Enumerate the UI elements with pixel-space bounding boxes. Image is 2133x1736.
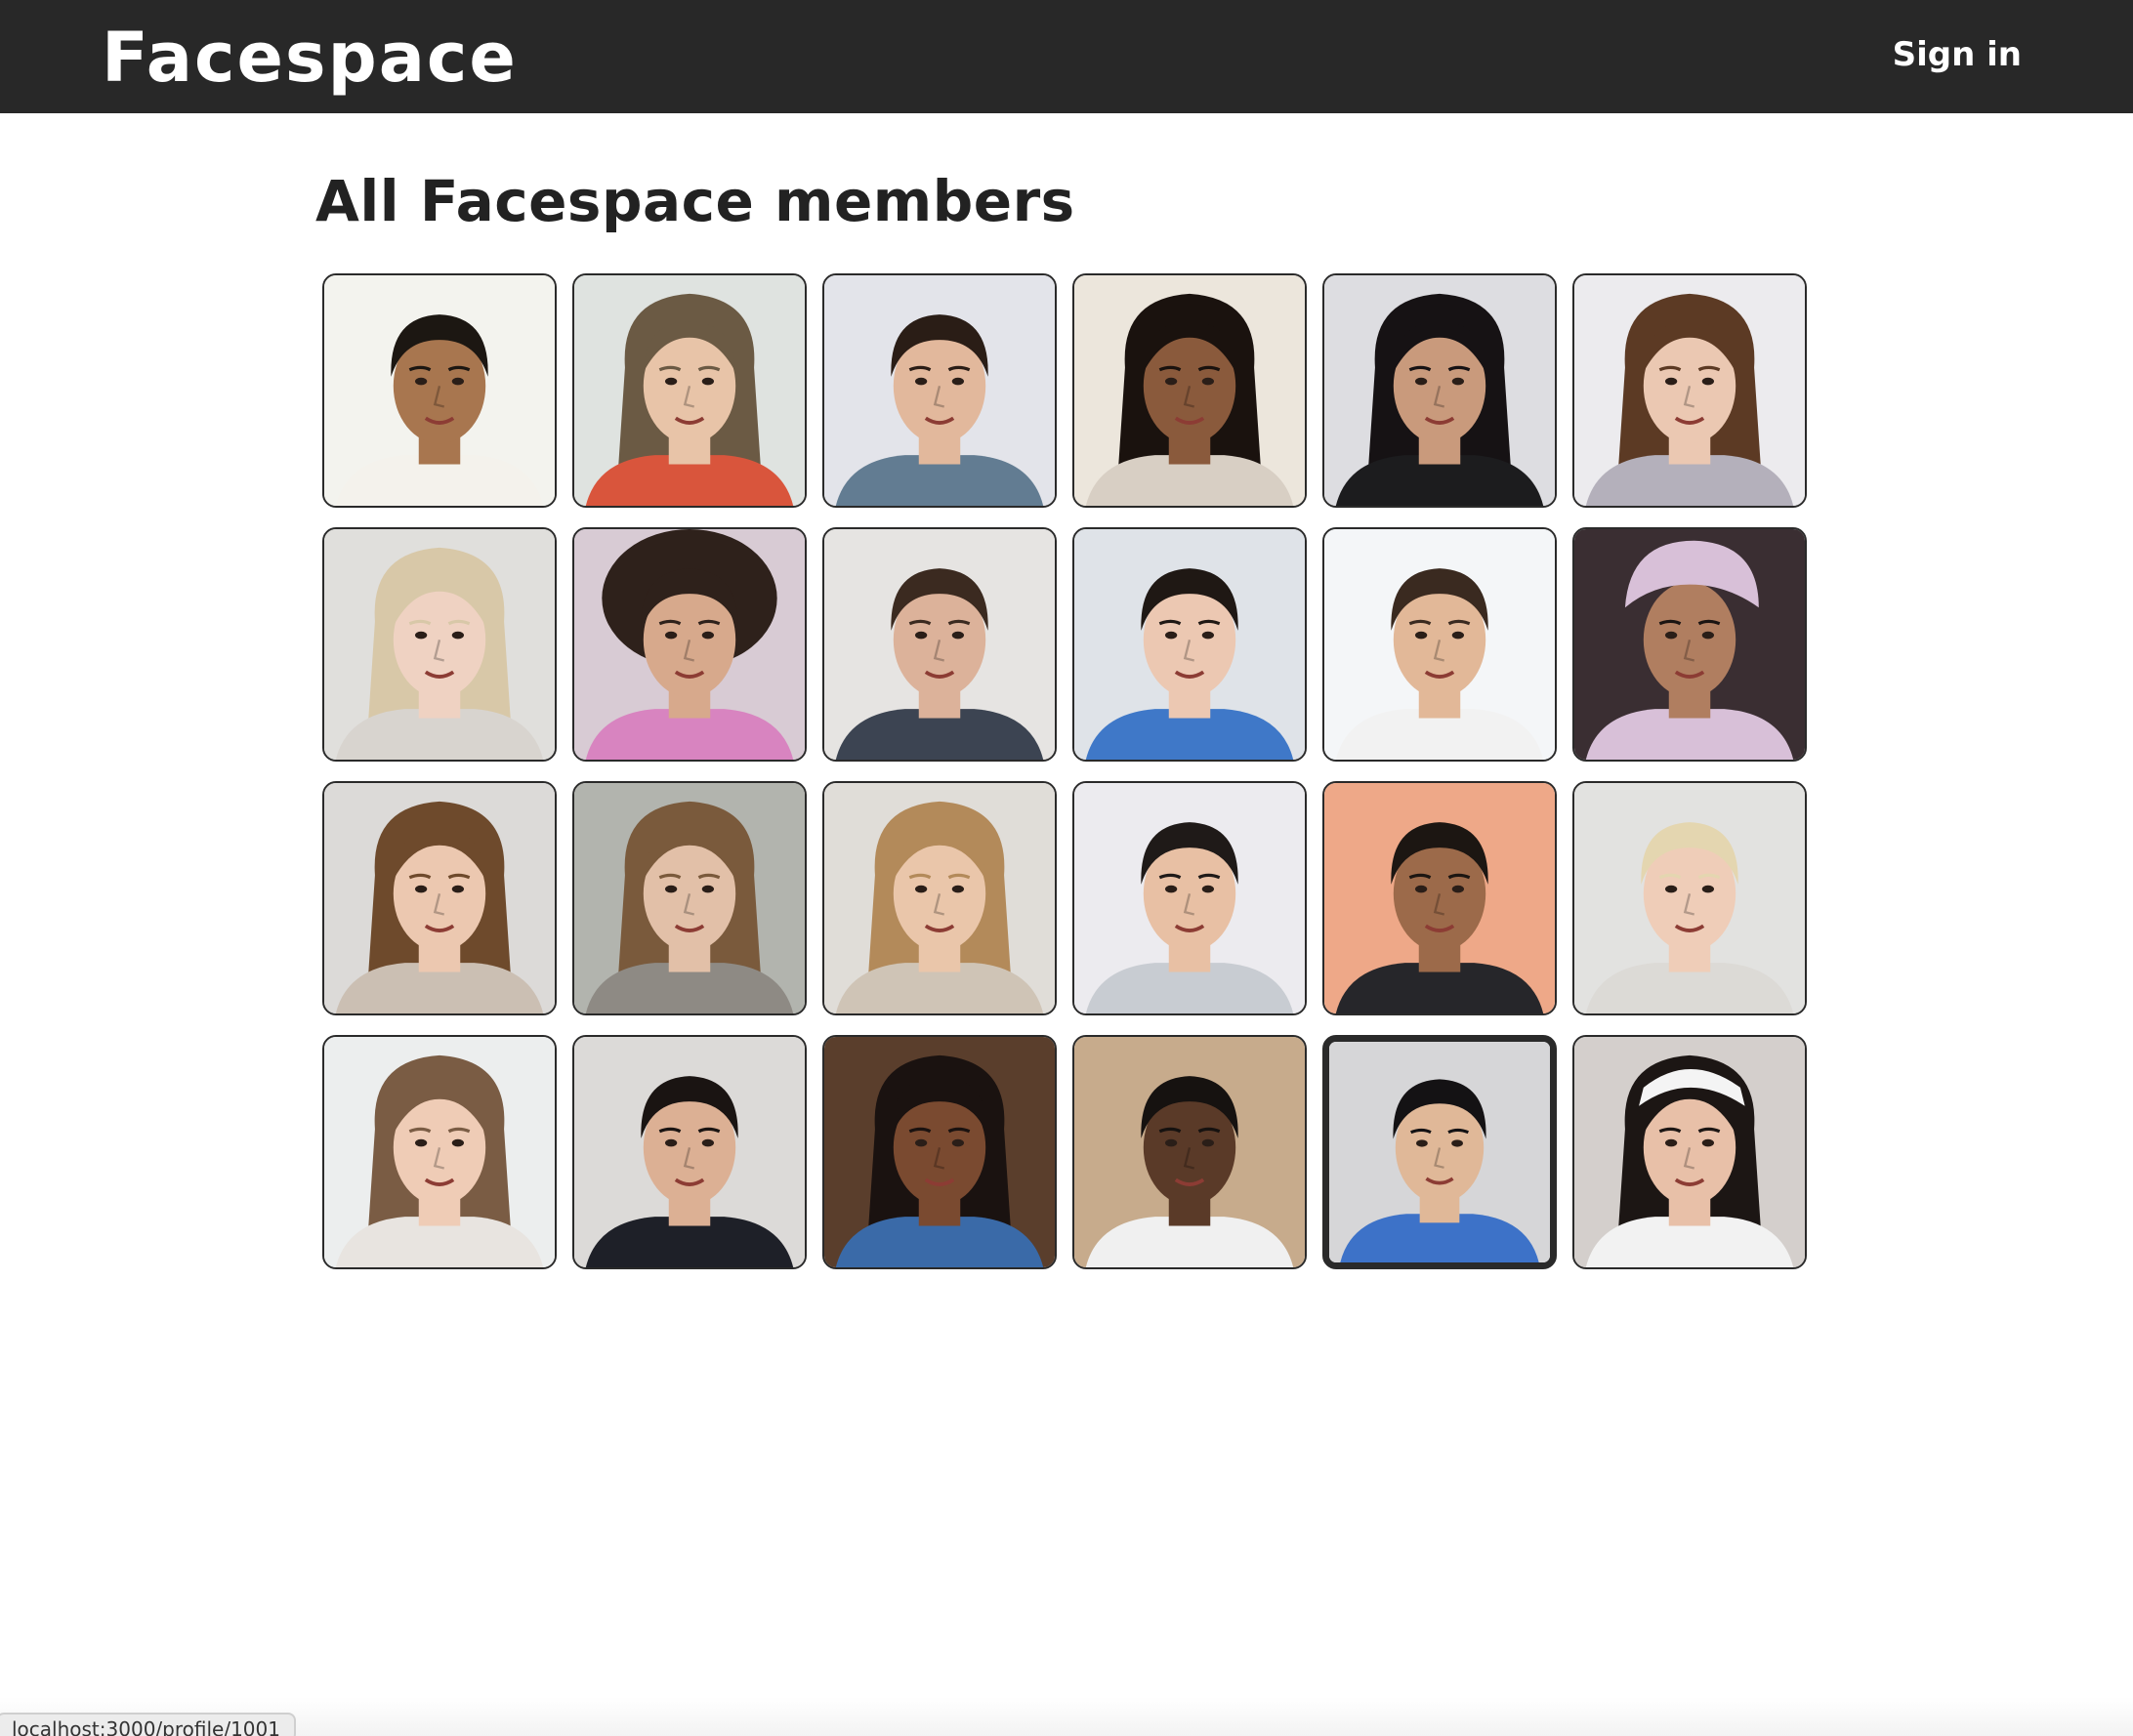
member-avatar-portrait xyxy=(324,529,555,760)
member-card[interactable] xyxy=(572,273,807,508)
member-avatar-portrait xyxy=(1074,529,1305,760)
member-avatar-portrait xyxy=(824,1037,1055,1267)
member-avatar-portrait xyxy=(824,529,1055,760)
member-avatar-portrait xyxy=(824,275,1055,506)
member-avatar-portrait xyxy=(1574,275,1805,506)
member-card[interactable] xyxy=(1322,781,1557,1015)
member-avatar-portrait xyxy=(574,529,805,760)
member-avatar-portrait xyxy=(1574,783,1805,1013)
member-card[interactable] xyxy=(1072,527,1307,762)
members-grid xyxy=(322,273,1807,1269)
link-status-bar: localhost:3000/profile/1001 xyxy=(0,1713,296,1736)
member-card[interactable] xyxy=(822,1035,1057,1269)
page-bottom-shade xyxy=(0,1697,2133,1736)
member-avatar-portrait xyxy=(324,1037,555,1267)
member-avatar-portrait xyxy=(1074,275,1305,506)
member-avatar-portrait xyxy=(1324,783,1555,1013)
member-avatar-portrait xyxy=(1574,529,1805,760)
member-avatar-portrait xyxy=(1324,275,1555,506)
member-avatar-portrait xyxy=(1074,783,1305,1013)
member-card[interactable] xyxy=(822,273,1057,508)
member-card[interactable] xyxy=(1572,527,1807,762)
member-card[interactable] xyxy=(572,1035,807,1269)
top-navbar: Facespace Sign in xyxy=(0,0,2133,113)
member-card[interactable] xyxy=(1572,1035,1807,1269)
member-card[interactable] xyxy=(572,781,807,1015)
member-avatar-portrait xyxy=(324,783,555,1013)
member-avatar-portrait xyxy=(574,783,805,1013)
member-avatar-portrait xyxy=(574,1037,805,1267)
member-card[interactable] xyxy=(322,781,557,1015)
member-avatar-portrait xyxy=(1574,1037,1805,1267)
member-avatar-portrait xyxy=(1329,1042,1550,1262)
member-card[interactable] xyxy=(822,781,1057,1015)
member-card[interactable] xyxy=(1572,273,1807,508)
member-card[interactable] xyxy=(322,273,557,508)
member-card[interactable] xyxy=(322,1035,557,1269)
member-card[interactable] xyxy=(822,527,1057,762)
member-avatar-portrait xyxy=(324,275,555,506)
member-card[interactable] xyxy=(322,527,557,762)
member-card[interactable] xyxy=(1072,1035,1307,1269)
member-card[interactable] xyxy=(1572,781,1807,1015)
site-logo[interactable]: Facespace xyxy=(102,14,518,102)
member-avatar-portrait xyxy=(1074,1037,1305,1267)
member-avatar-portrait xyxy=(824,783,1055,1013)
sign-in-link[interactable]: Sign in xyxy=(1893,31,2022,78)
member-avatar-portrait xyxy=(1324,529,1555,760)
member-card[interactable] xyxy=(572,527,807,762)
member-avatar-portrait xyxy=(574,275,805,506)
page-title: All Facespace members xyxy=(315,168,1075,234)
member-card[interactable] xyxy=(1072,781,1307,1015)
member-card[interactable] xyxy=(1322,1035,1557,1269)
member-card[interactable] xyxy=(1072,273,1307,508)
member-card[interactable] xyxy=(1322,527,1557,762)
member-card[interactable] xyxy=(1322,273,1557,508)
